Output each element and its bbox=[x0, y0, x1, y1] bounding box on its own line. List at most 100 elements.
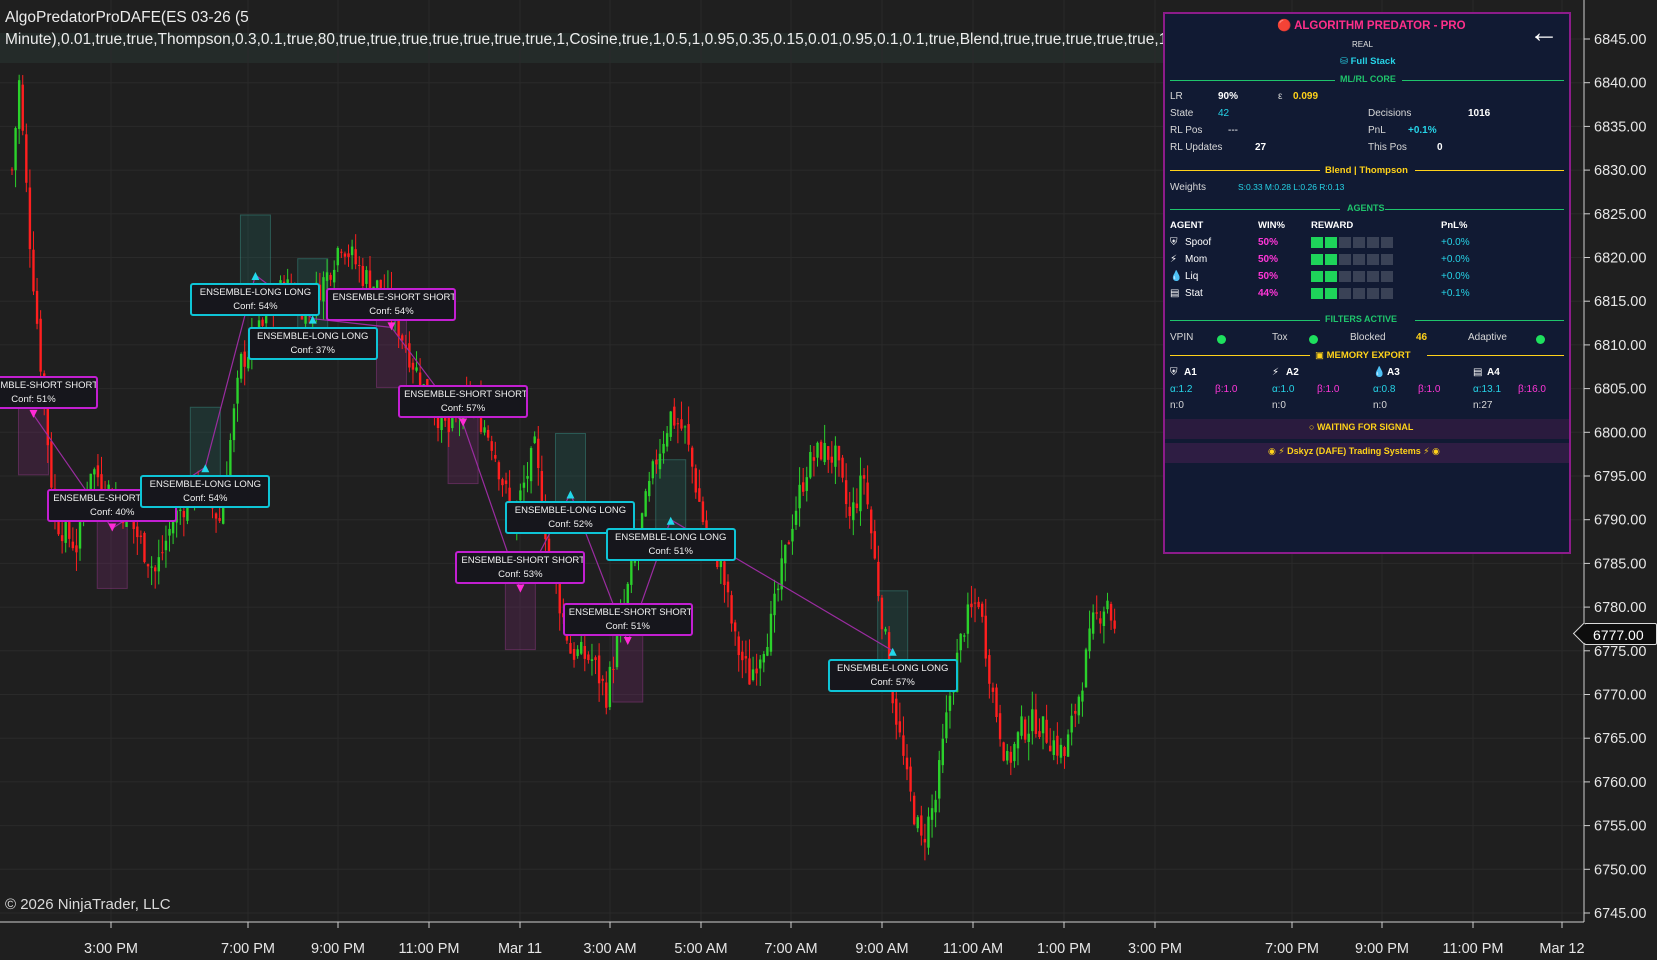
col-agent-header: AGENT bbox=[1170, 220, 1204, 231]
candle-body bbox=[1066, 734, 1070, 757]
candle-body bbox=[89, 473, 92, 491]
arrow-left-icon[interactable]: ← bbox=[1529, 18, 1559, 48]
candle-body bbox=[1041, 716, 1045, 734]
candle-body bbox=[794, 510, 798, 525]
memory-n: n:0 bbox=[1170, 400, 1184, 411]
candle-body bbox=[1023, 719, 1027, 740]
memory-beta: β:1.0 bbox=[1418, 384, 1441, 395]
candle-body bbox=[866, 482, 869, 505]
signal-confidence-text: Conf: 54% bbox=[369, 306, 414, 318]
price-tick-label: 6780.00 bbox=[1594, 600, 1646, 616]
candle-body bbox=[991, 687, 995, 692]
candle-body bbox=[805, 477, 808, 491]
price-tick-label: 6770.00 bbox=[1594, 688, 1646, 704]
candle-body bbox=[694, 468, 697, 493]
candle-body bbox=[243, 351, 246, 367]
candle-body bbox=[10, 169, 14, 171]
agent-reward-bar bbox=[1311, 254, 1395, 268]
candle-body bbox=[232, 408, 236, 441]
candle-body bbox=[755, 668, 758, 674]
reward-cell bbox=[1325, 237, 1337, 248]
candle-body bbox=[662, 443, 665, 454]
candle-body bbox=[558, 583, 561, 614]
candle-body bbox=[96, 465, 100, 478]
candle-body bbox=[658, 453, 662, 470]
memory-alpha: α:13.1 bbox=[1473, 384, 1502, 395]
candle-body bbox=[35, 290, 39, 324]
candle-body bbox=[572, 648, 576, 660]
candle-body bbox=[916, 817, 919, 829]
candle-body bbox=[361, 265, 365, 286]
candle-body bbox=[25, 134, 28, 183]
signal-label-text: ENSEMBLE-LONG LONG bbox=[149, 479, 261, 491]
candle-body bbox=[880, 597, 884, 630]
price-tick-label: 6825.00 bbox=[1594, 207, 1646, 223]
lr-value: 90% bbox=[1218, 91, 1239, 102]
memory-beta: β:16.0 bbox=[1518, 384, 1546, 395]
candle-body bbox=[1074, 710, 1077, 714]
indicator-title-line1: AlgoPredatorProDAFE(ES 03-26 (5 bbox=[5, 9, 249, 26]
signal-label-box: ENSEMBLE-LONG LONG Conf: 37% bbox=[247, 326, 378, 360]
candle-body bbox=[1109, 603, 1113, 621]
reward-cell bbox=[1339, 237, 1351, 248]
memory-beta: β:1.0 bbox=[1215, 384, 1238, 395]
candle-body bbox=[980, 603, 984, 617]
col-win-header: WIN% bbox=[1258, 220, 1285, 231]
signal-label-text: ENSEMBLE-SHORT SHORT bbox=[404, 388, 528, 400]
signal-label-box: ENSEMBLE-SHORT SHORT Conf: 51% bbox=[0, 375, 99, 409]
candle-body bbox=[408, 343, 411, 368]
agent-icon: ⛨ bbox=[1170, 237, 1178, 248]
signal-label-box: ENSEMBLE-SHORT SHORT Conf: 53% bbox=[455, 550, 586, 584]
candle-body bbox=[1056, 735, 1059, 756]
candle-body bbox=[1102, 611, 1106, 627]
candle-body bbox=[39, 318, 42, 372]
candle-body bbox=[766, 646, 769, 656]
rl-updates-label: RL Updates bbox=[1170, 142, 1223, 153]
this-pos-value: 0 bbox=[1437, 142, 1443, 153]
candle-body bbox=[673, 406, 676, 426]
price-tick-label: 6775.00 bbox=[1594, 644, 1646, 660]
candle-body bbox=[963, 635, 966, 637]
candle-body bbox=[71, 541, 75, 549]
time-tick-label: 11:00 PM bbox=[399, 941, 460, 957]
state-value: 42 bbox=[1218, 108, 1230, 119]
price-tick-label: 6800.00 bbox=[1594, 425, 1646, 441]
candle-body bbox=[1113, 620, 1116, 629]
candle-body bbox=[1091, 612, 1095, 634]
price-tick-label: 6815.00 bbox=[1594, 294, 1646, 310]
time-tick-label: Mar 12 bbox=[1539, 941, 1584, 957]
candle-body bbox=[948, 695, 952, 711]
candle-body bbox=[626, 583, 629, 605]
decisions-label: Decisions bbox=[1368, 108, 1412, 119]
price-tick-label: 6840.00 bbox=[1594, 76, 1646, 92]
candle-body bbox=[75, 545, 78, 553]
weights-value: S:0.33 M:0.28 L:0.26 R:0.13 bbox=[1238, 182, 1345, 192]
candle-body bbox=[819, 441, 823, 460]
price-tick-label: 6765.00 bbox=[1594, 731, 1646, 747]
time-tick-label: 1:00 PM bbox=[1037, 941, 1091, 957]
agent-name: Mom bbox=[1185, 254, 1208, 265]
price-tick-label: 6790.00 bbox=[1594, 513, 1646, 529]
time-tick-label: 3:00 AM bbox=[583, 941, 636, 957]
reward-cell bbox=[1353, 237, 1365, 248]
reward-cell bbox=[1353, 254, 1365, 265]
signal-confidence-text: Conf: 51% bbox=[605, 621, 650, 633]
candle-body bbox=[934, 799, 937, 813]
candle-body bbox=[171, 521, 175, 534]
candle-body bbox=[691, 447, 694, 467]
candle-body bbox=[773, 593, 776, 616]
price-tick-label: 6745.00 bbox=[1594, 906, 1646, 922]
candle-body bbox=[504, 480, 508, 484]
candle-body bbox=[239, 353, 243, 379]
candle-body bbox=[490, 441, 493, 451]
candle-body bbox=[486, 429, 490, 438]
price-tick-label: 6835.00 bbox=[1594, 119, 1646, 135]
candle-body bbox=[333, 269, 336, 283]
candle-body bbox=[375, 280, 379, 289]
vpin-label: VPIN bbox=[1170, 332, 1194, 343]
signal-label-box: ENSEMBLE-SHORT SHORT Conf: 51% bbox=[562, 603, 693, 637]
section-filters: FILTERS ACTIVE bbox=[1325, 314, 1397, 324]
candle-body bbox=[447, 418, 450, 433]
candle-body bbox=[669, 411, 672, 437]
reward-cell bbox=[1339, 271, 1351, 282]
